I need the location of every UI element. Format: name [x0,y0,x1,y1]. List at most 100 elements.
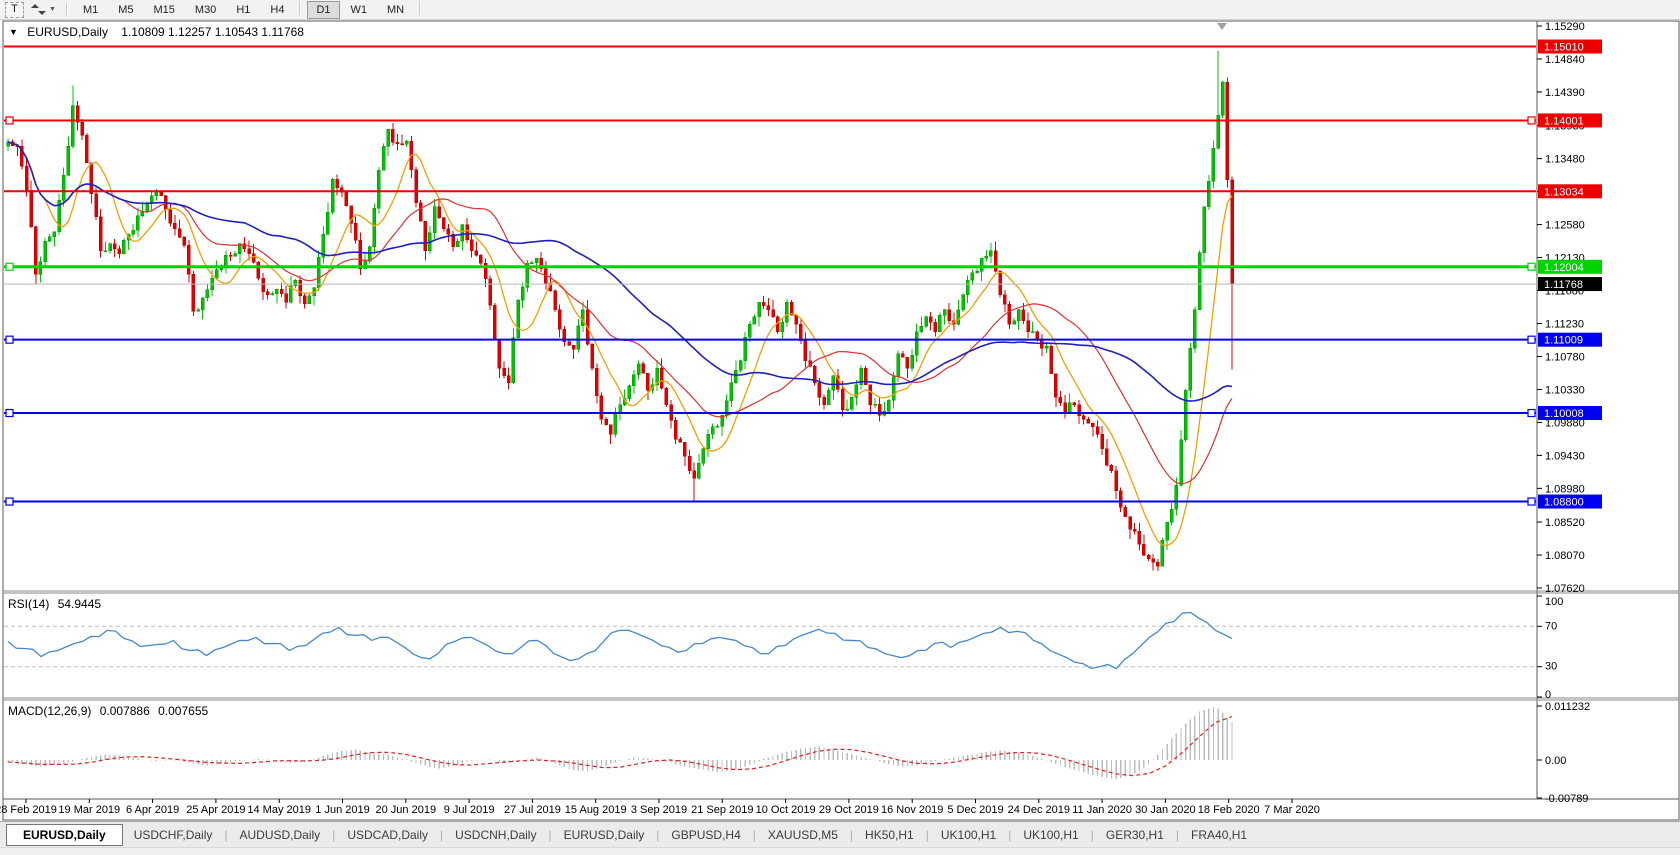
candle-body [716,426,719,427]
timeframe-button-m5[interactable]: M5 [109,1,142,19]
expand-arrow-icon[interactable]: ▼ [9,27,18,37]
price-marker-1.11768: 1.11768 [1538,277,1602,291]
rsi-label: RSI(14) 54.9445 [8,597,106,611]
candle-body [303,296,306,304]
toolbar-separator [419,1,421,15]
candle-body [605,419,608,424]
candle-body [433,207,436,233]
candle-body [1059,397,1062,402]
chart-shift-marker[interactable] [1217,23,1227,30]
candle-body [646,373,649,390]
candle-body [1226,82,1229,179]
timeframe-button-mn[interactable]: MN [378,1,413,19]
candle-body [48,237,51,242]
candle-body [1184,390,1187,439]
date-tick-label: 18 Feb 2020 [1198,804,1260,816]
tab-eurusd-daily-5[interactable]: EURUSD,Daily [553,824,656,846]
price-marker-1.15010: 1.15010 [1538,40,1602,54]
candle-body [1110,465,1113,470]
macd-axis-label: 0.011232 [1545,701,1590,713]
hline-handle[interactable] [6,117,13,124]
candle-body [1031,332,1034,333]
timeframe-button-h4[interactable]: H4 [261,1,293,19]
candle-body [206,290,209,298]
hline-handle[interactable] [1528,117,1535,124]
candle-body [257,262,260,278]
candle-body [280,289,283,294]
candle-body [600,396,603,420]
candle-body [767,306,770,310]
candle-body [262,278,265,292]
macd-axis-label: -0.00789 [1545,793,1588,805]
svg-text:1.12004: 1.12004 [1544,262,1584,274]
hline-handle[interactable] [1528,498,1535,505]
candle-body [53,232,56,237]
tab-usdcad-daily-3[interactable]: USDCAD,Daily [336,824,439,846]
candle-body [415,170,418,203]
hline-handle[interactable] [1528,263,1535,270]
tab-gbpusd-h4-6[interactable]: GBPUSD,H4 [660,824,751,846]
candle-body [405,141,408,144]
hline-handle[interactable] [6,410,13,417]
timeframe-button-m30[interactable]: M30 [186,1,225,19]
candle-body [173,223,176,229]
timeframe-button-d1[interactable]: D1 [307,1,339,19]
candle-body [285,294,288,302]
candle-body [192,274,195,311]
candle-body [702,449,705,464]
date-tick-label: 25 Apr 2019 [186,804,245,816]
tab-fra40-h1-12[interactable]: FRA40,H1 [1180,824,1258,846]
candle-body [1013,321,1016,325]
candle-body [71,106,74,146]
candle-body [948,310,951,321]
candle-body [447,229,450,234]
tab-xauusd-m5-7[interactable]: XAUUSD,M5 [757,824,849,846]
timeframe-button-h1[interactable]: H1 [227,1,259,19]
tab-usdcnh-daily-4[interactable]: USDCNH,Daily [444,824,547,846]
candle-body [85,135,88,162]
chart-canvas[interactable]: 1.152901.148401.143901.139301.134801.130… [0,0,1680,855]
candle-body [938,315,941,331]
price-tick-label: 1.08070 [1545,550,1585,562]
text-tool-button[interactable]: T [5,2,24,18]
hline-handle[interactable] [1528,410,1535,417]
price-marker-1.12004: 1.12004 [1538,260,1602,274]
price-marker-1.14001: 1.14001 [1538,113,1602,127]
candle-body [799,324,802,340]
tab-usdchf-daily-1[interactable]: USDCHF,Daily [123,824,224,846]
candle-body [530,263,533,264]
date-tick-label: 20 Jun 2019 [376,804,437,816]
candle-body [827,390,830,405]
hline-handle[interactable] [6,263,13,270]
cursor-tool-icon[interactable]: ▼ [31,3,56,16]
candle-body [1207,181,1210,207]
timeframe-button-m1[interactable]: M1 [74,1,107,19]
timeframe-button-w1[interactable]: W1 [342,1,377,19]
date-tick-label: 10 Oct 2019 [756,804,816,816]
timeframe-button-m15[interactable]: M15 [145,1,184,19]
candle-body [521,287,524,300]
date-tick-label: 11 Jan 2020 [1072,804,1132,816]
candle-body [962,295,965,310]
hline-handle[interactable] [6,498,13,505]
candle-body [1078,405,1081,416]
svg-text:1.11768: 1.11768 [1544,279,1583,291]
candles-layer [7,51,1234,571]
hline-handle[interactable] [1528,336,1535,343]
tab-audusd-daily-2[interactable]: AUDUSD,Daily [229,824,332,846]
hline-handle[interactable] [6,336,13,343]
tab-uk100-h1-9[interactable]: UK100,H1 [930,824,1007,846]
candle-body [466,225,469,240]
tab-uk100-h1-10[interactable]: UK100,H1 [1012,824,1089,846]
tab-eurusd-daily[interactable]: EURUSD,Daily [6,824,123,846]
candle-body [401,144,404,145]
tab-ger30-h1-11[interactable]: GER30,H1 [1095,824,1175,846]
candle-body [901,354,904,358]
candle-body [1087,419,1090,423]
candle-body [739,361,742,370]
candle-body [122,240,125,254]
candle-body [1003,295,1006,304]
candle-body [1198,253,1201,310]
tab-hk50-h1-8[interactable]: HK50,H1 [854,824,925,846]
candle-body [683,442,686,456]
